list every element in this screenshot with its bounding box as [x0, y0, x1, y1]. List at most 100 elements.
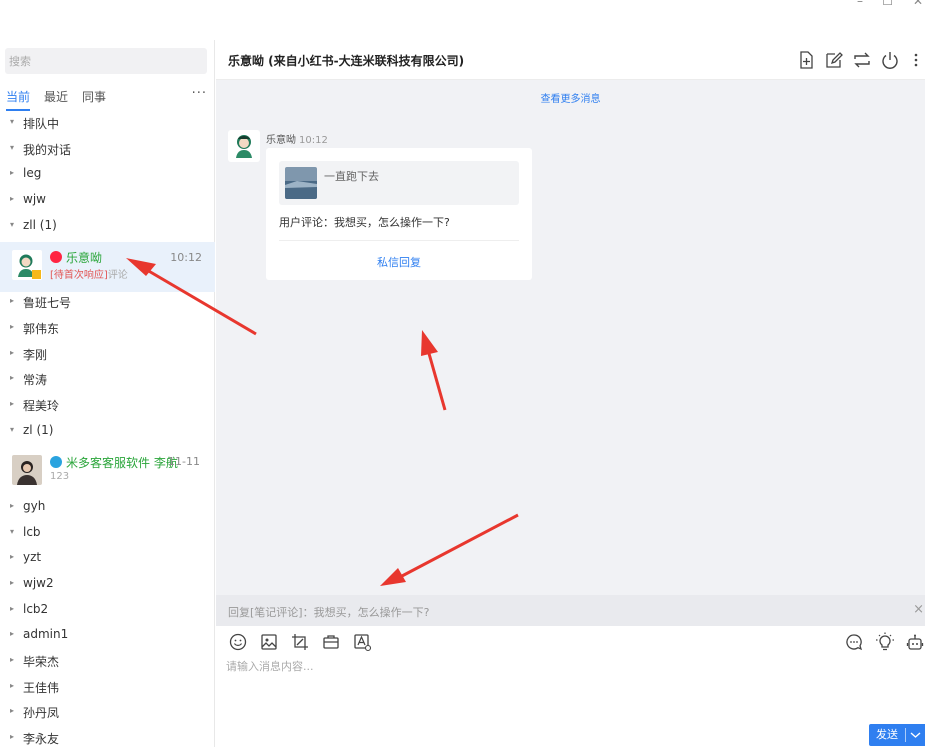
sidebar-group-15[interactable]: ▸ yzt — [0, 550, 215, 572]
sidebar-group-11[interactable]: ▾ zl (1) — [0, 423, 215, 445]
sidebar-group-label: 鲁班七号 — [23, 296, 72, 311]
avatar — [12, 250, 42, 281]
sidebar-group-label: zl (1) — [23, 422, 54, 437]
sidebar-group-1[interactable]: ▾ 我的对话 — [0, 141, 215, 163]
chevron-right-icon: ▸ — [9, 296, 14, 306]
tab-current[interactable]: 当前 — [6, 88, 31, 111]
sender-avatar — [228, 130, 260, 162]
note-title: 一直跑下去 — [324, 170, 379, 183]
minimize-button[interactable]: – — [857, 0, 863, 8]
private-reply-button[interactable]: 私信回复 — [266, 254, 532, 270]
chevron-right-icon: ▸ — [9, 321, 14, 331]
toolbox-icon[interactable] — [321, 632, 341, 652]
card-divider — [279, 240, 519, 241]
sidebar-group-0[interactable]: ▾ 排队中 — [0, 115, 215, 137]
chat-title: 乐意呦 (来自小红书-大连米联科技有限公司) — [228, 54, 465, 68]
sidebar-group-label: wjw2 — [23, 576, 54, 591]
avatar — [12, 455, 42, 486]
sidebar-group-13[interactable]: ▸ gyh — [0, 499, 215, 521]
message-time: 10:12 — [299, 135, 328, 146]
message-composer: 发送 — [216, 626, 925, 747]
sidebar-group-10[interactable]: ▸ 程美玲 — [0, 397, 215, 419]
conversation-item[interactable]: 乐意呦 10:12 [待首次响应]评论 — [0, 242, 215, 293]
chevron-right-icon: ▸ — [9, 501, 14, 511]
sidebar-group-19[interactable]: ▸ 毕荣杰 — [0, 653, 215, 675]
chat-panel: 乐意呦 (来自小红书-大连米联科技有限公司) 查看更多消息 乐意呦 10:12 … — [216, 40, 925, 747]
sidebar-group-label: 我的对话 — [23, 142, 72, 157]
sidebar-group-9[interactable]: ▸ 常涛 — [0, 371, 215, 393]
conversation-item[interactable]: 米多客客服软件 李航 11-11 123 — [0, 447, 215, 497]
add-note-icon[interactable] — [796, 50, 816, 70]
sidebar-group-6[interactable]: ▸ 鲁班七号 — [0, 294, 215, 316]
sidebar-group-label: 王佳伟 — [23, 680, 60, 695]
maximize-button[interactable]: ☐ — [882, 0, 893, 8]
sidebar-group-3[interactable]: ▸ wjw — [0, 192, 215, 214]
sidebar-group-label: lcb2 — [23, 601, 49, 616]
sidebar-group-2[interactable]: ▸ leg — [0, 166, 215, 188]
sidebar-group-label: 李刚 — [23, 347, 48, 362]
close-window-button[interactable]: ✕ — [913, 0, 923, 8]
lightbulb-icon[interactable] — [875, 632, 895, 652]
conversation-name: 乐意呦 — [66, 251, 103, 266]
chevron-right-icon: ▸ — [9, 398, 14, 408]
send-button[interactable]: 发送 — [869, 724, 905, 746]
edit-icon[interactable] — [824, 50, 844, 70]
sidebar-group-16[interactable]: ▸ wjw2 — [0, 576, 215, 598]
sidebar-group-4[interactable]: ▾ zll (1) — [0, 218, 215, 240]
chevron-right-icon: ▸ — [9, 629, 14, 639]
robot-icon[interactable] — [905, 632, 925, 652]
note-thumbnail — [285, 167, 317, 199]
transfer-icon[interactable] — [852, 50, 872, 70]
sidebar-group-7[interactable]: ▸ 郭伟东 — [0, 320, 215, 342]
telegram-icon — [50, 456, 62, 469]
conversation-preview: 123 — [50, 471, 69, 482]
send-button-group: 发送 — [869, 724, 925, 746]
chevron-down-icon[interactable] — [906, 724, 925, 746]
chevron-right-icon: ▸ — [9, 732, 14, 741]
sidebar-group-label: zll (1) — [23, 217, 57, 232]
power-icon[interactable] — [880, 50, 900, 70]
sidebar-tabs: 当前 最近 同事 ··· — [0, 86, 215, 111]
tab-recent[interactable]: 最近 — [44, 88, 68, 109]
chevron-down-icon: ▾ — [9, 526, 14, 536]
more-options-button[interactable]: ··· — [192, 86, 207, 101]
sidebar-group-label: 程美玲 — [23, 398, 60, 413]
chevron-right-icon: ▸ — [9, 655, 14, 665]
close-reply-button[interactable]: × — [913, 602, 924, 617]
sidebar-group-14[interactable]: ▾ lcb — [0, 525, 215, 547]
image-icon[interactable] — [259, 632, 279, 652]
search-input[interactable] — [5, 48, 207, 74]
sidebar-group-label: 常涛 — [23, 373, 48, 388]
chevron-down-icon: ▾ — [9, 142, 14, 152]
more-vertical-icon[interactable] — [906, 50, 925, 70]
sidebar-group-20[interactable]: ▸ 王佳伟 — [0, 679, 215, 701]
chevron-right-icon: ▸ — [9, 168, 14, 178]
chevron-right-icon: ▸ — [9, 347, 14, 357]
sidebar-group-22[interactable]: ▸ 李永友 — [0, 730, 215, 747]
sidebar-group-8[interactable]: ▸ 李刚 — [0, 346, 215, 368]
conversation-preview: [待首次响应]评论 — [50, 266, 128, 281]
sidebar-group-18[interactable]: ▸ admin1 — [0, 627, 215, 649]
sidebar-group-21[interactable]: ▸ 孙丹凤 — [0, 704, 215, 726]
tab-colleagues[interactable]: 同事 — [82, 88, 106, 109]
conversation-preview-text: 评论 — [107, 270, 128, 282]
screenshot-icon[interactable] — [290, 632, 310, 652]
message-input[interactable] — [226, 658, 916, 716]
xiaohongshu-icon — [50, 251, 62, 264]
note-preview[interactable]: 一直跑下去 — [279, 161, 519, 205]
chevron-right-icon: ▸ — [9, 193, 14, 203]
sidebar-group-17[interactable]: ▸ lcb2 — [0, 602, 215, 624]
sidebar-group-label: yzt — [23, 550, 42, 565]
chevron-right-icon: ▸ — [9, 603, 14, 613]
load-more-messages-link[interactable]: 查看更多消息 — [216, 90, 925, 105]
conversation-sidebar: 当前 最近 同事 ··· ▾ 排队中 ▾ 我的对话 ▸ leg ▸ wjw ▾ zll (1) 乐意… — [0, 40, 215, 747]
message-meta: 乐意呦 10:12 — [266, 131, 328, 146]
sidebar-group-label: 毕荣杰 — [23, 655, 60, 670]
quick-reply-icon[interactable] — [844, 632, 864, 652]
sidebar-group-label: wjw — [23, 191, 46, 206]
comment-message-card: 一直跑下去 用户评论：我想买，怎么操作一下? 私信回复 — [266, 148, 532, 280]
chevron-right-icon: ▸ — [9, 578, 14, 588]
sidebar-group-label: gyh — [23, 499, 46, 514]
emoji-icon[interactable] — [228, 632, 248, 652]
font-icon[interactable] — [352, 632, 372, 652]
